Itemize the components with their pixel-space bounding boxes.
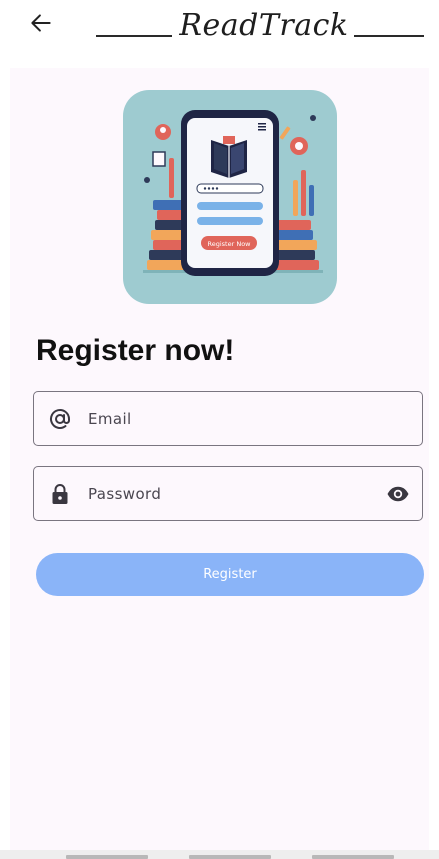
nav-home-handle[interactable] xyxy=(189,855,271,859)
nav-back-handle[interactable] xyxy=(66,855,148,859)
app-title-wrap: ReadTrack xyxy=(96,8,424,48)
logo-register-label: Register Now xyxy=(208,240,252,248)
page-heading: Register now! xyxy=(36,334,235,367)
app-logo: Register Now xyxy=(123,90,337,304)
system-navigation-bar xyxy=(0,850,439,859)
email-field[interactable] xyxy=(33,391,423,446)
app-bar: ReadTrack xyxy=(0,0,439,60)
email-input[interactable] xyxy=(88,392,368,445)
book-phone-illustration-icon: Register Now xyxy=(123,90,337,304)
title-divider-right xyxy=(354,35,424,37)
at-sign-icon xyxy=(50,408,70,429)
password-field[interactable] xyxy=(33,466,423,521)
register-button[interactable]: Register xyxy=(36,553,424,596)
nav-recents-handle[interactable] xyxy=(312,855,394,859)
password-input[interactable] xyxy=(88,467,368,520)
register-screen: Register Now Register now! Register xyxy=(10,68,429,850)
app-title: ReadTrack xyxy=(179,8,349,43)
arrow-left-icon xyxy=(31,14,51,32)
toggle-password-visibility-button[interactable] xyxy=(386,482,410,506)
back-button[interactable] xyxy=(28,10,54,36)
title-divider-left xyxy=(96,35,172,37)
lock-icon xyxy=(52,484,68,504)
eye-icon xyxy=(387,486,409,502)
